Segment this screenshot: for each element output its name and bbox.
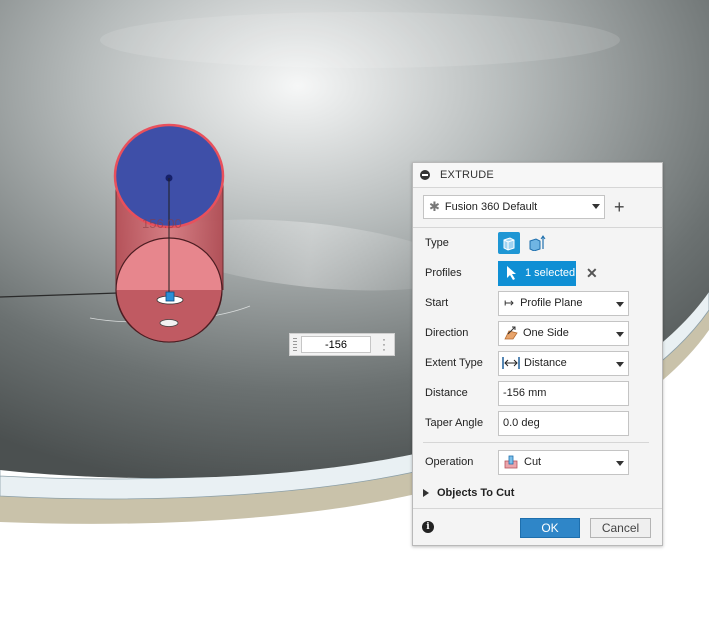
operation-row: Operation Cut — [413, 449, 662, 475]
start-dropdown[interactable]: ↦ Profile Plane — [498, 290, 629, 316]
floating-distance-box: ··· — [289, 333, 395, 356]
one-side-icon — [504, 326, 518, 340]
direction-label: Direction — [425, 327, 469, 339]
clear-icon[interactable]: ✕ — [586, 265, 598, 282]
profiles-value: 1 selected — [525, 267, 576, 279]
distance-icon — [502, 357, 520, 369]
pointer-icon — [507, 266, 516, 280]
taper-angle-label: Taper Angle — [425, 417, 484, 429]
preset-row: ✱ Fusion 360 Default + — [423, 194, 653, 220]
extent-type-value: Distance — [524, 357, 567, 369]
cancel-button[interactable]: Cancel — [590, 518, 651, 538]
cut-preview: 156.00 — [113, 123, 225, 343]
chevron-down-icon — [616, 361, 624, 367]
extrude-panel: EXTRUDE ✱ Fusion 360 Default + Type Prof… — [412, 162, 663, 546]
operation-value: Cut — [524, 456, 542, 468]
profiles-label: Profiles — [425, 267, 462, 279]
chevron-down-icon — [616, 331, 624, 337]
start-value: Profile Plane — [520, 297, 583, 309]
profile-plane-icon: ↦ — [504, 296, 515, 310]
start-row: Start ↦ Profile Plane — [413, 290, 662, 316]
floating-distance-input[interactable] — [301, 336, 371, 353]
type-label: Type — [425, 237, 449, 249]
drag-grip[interactable] — [293, 338, 297, 351]
cut-icon — [504, 455, 518, 469]
direction-row: Direction One Side — [413, 320, 662, 346]
collapse-icon[interactable] — [420, 170, 430, 180]
distance-row: Distance — [413, 380, 662, 406]
operation-label: Operation — [425, 456, 474, 468]
panel-header: EXTRUDE — [413, 163, 662, 188]
objects-to-cut-section[interactable]: Objects To Cut — [413, 483, 662, 503]
info-icon[interactable]: i — [422, 521, 434, 533]
preset-dropdown[interactable]: ✱ Fusion 360 Default — [423, 195, 605, 219]
panel-footer: i OK Cancel — [413, 508, 662, 546]
panel-title: EXTRUDE — [440, 169, 494, 181]
extent-type-dropdown[interactable]: Distance — [498, 350, 629, 376]
taper-angle-row: Taper Angle — [413, 410, 662, 436]
operation-dropdown[interactable]: Cut — [498, 449, 629, 475]
add-icon[interactable]: + — [614, 198, 625, 216]
direction-dropdown[interactable]: One Side — [498, 320, 629, 346]
star-icon: ✱ — [429, 199, 440, 214]
distance-label: Distance — [425, 387, 468, 399]
extrude-solid-icon[interactable] — [498, 232, 520, 254]
extent-type-row: Extent Type Distance — [413, 350, 662, 376]
type-row: Type — [413, 230, 662, 256]
preset-value: Fusion 360 Default — [444, 201, 538, 213]
ghost-dimension: 156.00 — [142, 216, 182, 231]
profiles-selection-button[interactable]: 1 selected — [498, 260, 576, 286]
direction-value: One Side — [523, 327, 569, 339]
extent-type-label: Extent Type — [425, 357, 483, 369]
objects-to-cut-label: Objects To Cut — [437, 487, 515, 499]
profiles-row: Profiles 1 selected ✕ — [413, 260, 662, 286]
start-label: Start — [425, 297, 449, 309]
chevron-down-icon — [616, 301, 624, 307]
distance-input[interactable] — [498, 380, 629, 406]
taper-angle-input[interactable] — [498, 410, 629, 436]
extrude-thin-icon[interactable] — [526, 232, 548, 254]
more-options-icon[interactable]: · · · — [382, 333, 386, 355]
chevron-down-icon — [616, 460, 624, 466]
ok-button[interactable]: OK — [520, 518, 580, 538]
chevron-down-icon — [592, 204, 600, 209]
expand-triangle-icon — [423, 489, 429, 497]
